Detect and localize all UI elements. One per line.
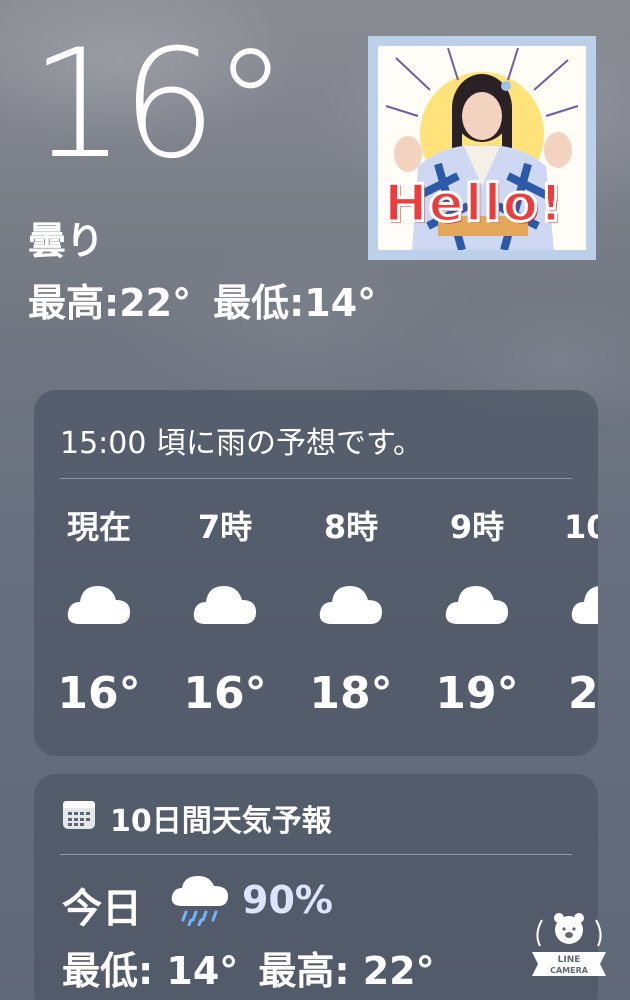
hour-temp: 18° [309,668,393,719]
hour-temp: 2 [568,668,598,719]
cloud-icon [319,586,382,624]
ten-day-forecast-card[interactable]: 10日間天気予報 今日 90% 最低: 14° 最高: 22° [34,774,598,1000]
cloud-icon [571,586,598,624]
forecast-low: 最低: 14° [62,949,239,993]
hour-time: 8時 [323,508,379,546]
forecast-divider [60,854,572,855]
current-low: 最低:14° [213,281,377,325]
current-condition: 曇り [28,219,105,263]
hour-temp: 19° [435,668,519,719]
forecast-day: 今日 [62,886,142,932]
cloud-icon [445,586,508,624]
photo-sticker: Hello! [368,36,596,260]
current-high: 最高:22° [28,281,192,325]
watermark-line-text: LINE [558,955,581,965]
hour-time: 現在 [66,508,131,546]
rain-cloud-icon [171,876,228,926]
forecast-title: 10日間天気予報 [110,804,332,839]
watermark-camera-text: CAMERA [550,966,589,975]
forecast-high: 最高: 22° [258,949,435,993]
precipitation-chance: 90% [242,878,333,922]
cloud-icon [67,586,130,624]
hourly-forecast-card[interactable]: 15:00 頃に雨の予想です。 現在 16° 7時 16° 8時 18° 9時 … [34,390,598,756]
forecast-low-high: 最低: 14° 最高: 22° [62,940,455,995]
hour-temp: 16° [57,668,141,719]
calendar-icon [63,801,95,829]
current-temperature: 16° [30,18,288,192]
hourly-summary: 15:00 頃に雨の予想です。 [60,426,423,461]
photo-image: Hello! [378,46,586,250]
current-high-low: 最高:22° 最低:14° [28,272,398,327]
hour-time: 10時 [564,508,598,546]
line-camera-watermark: LINE CAMERA [532,913,606,976]
hourly-divider [60,478,572,479]
hour-time: 7時 [197,508,253,546]
hour-temp: 16° [183,668,267,719]
hourly-list[interactable]: 現在 16° 7時 16° 8時 18° 9時 19° 10時 2 [34,490,598,730]
forecast-row-today[interactable]: 今日 90% [62,874,562,934]
cloud-icon [193,586,256,624]
hour-time: 9時 [449,508,505,546]
hello-caption: Hello! [383,173,565,236]
